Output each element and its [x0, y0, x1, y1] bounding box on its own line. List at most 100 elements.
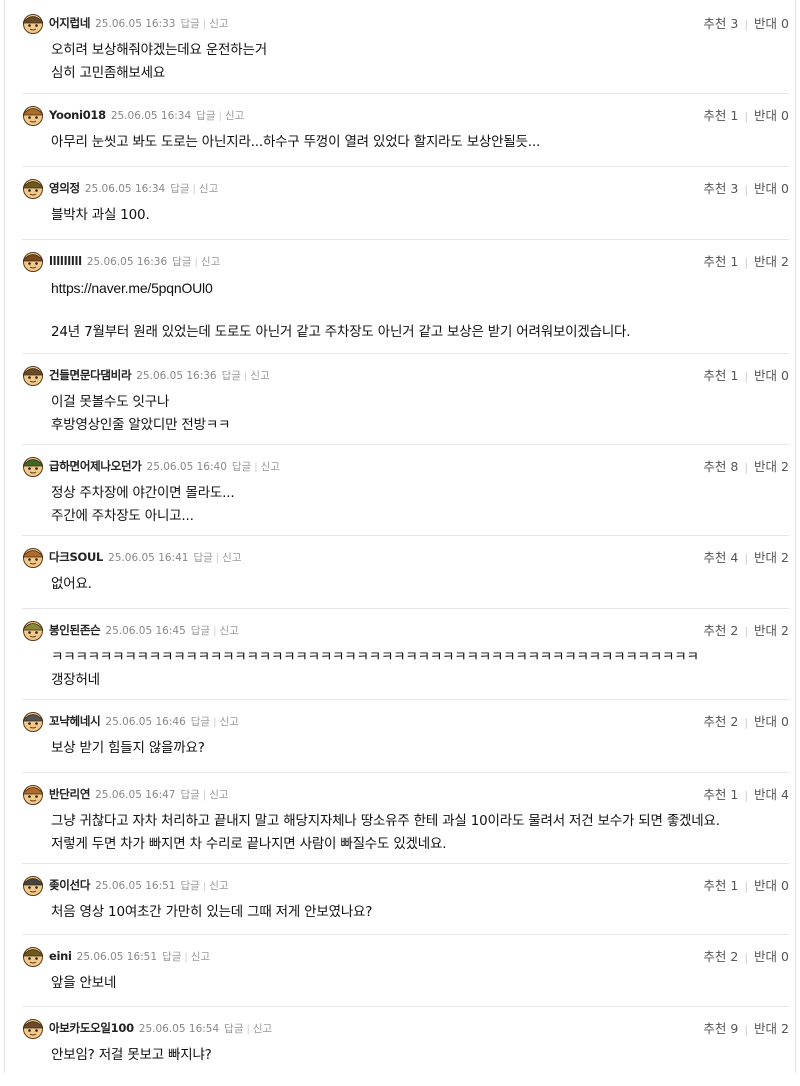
downvote-button[interactable]: 반대 0 — [754, 949, 789, 964]
comment-date: 25.06.05 16:47 — [95, 789, 176, 801]
upvote-button[interactable]: 추천 3 — [703, 16, 738, 31]
report-link[interactable]: 신고 — [191, 951, 210, 963]
report-link[interactable]: 신고 — [209, 880, 228, 892]
downvote-count: 0 — [781, 878, 789, 893]
reply-link[interactable]: 답글 — [180, 789, 199, 801]
user-avatar-icon[interactable] — [22, 364, 44, 386]
comment-header: Yooni018 25.06.05 16:34 답글 | 신고 추천 1 | 반대 0 — [22, 104, 789, 128]
downvote-button[interactable]: 반대 2 — [754, 459, 789, 474]
comment-date: 25.06.05 16:36 — [136, 370, 217, 382]
vote-counts: 추천 8 | 반대 2 — [703, 459, 789, 476]
reply-link[interactable]: 답글 — [232, 461, 251, 473]
downvote-button[interactable]: 반대 0 — [754, 181, 789, 196]
user-avatar-icon[interactable] — [22, 783, 44, 805]
comment-link[interactable]: https://naver.me/5pqnOUl0 — [51, 277, 781, 300]
report-link[interactable]: 신고 — [209, 18, 228, 30]
downvote-button[interactable]: 반대 0 — [754, 714, 789, 729]
username[interactable]: 꼬냑헤네시 — [49, 714, 101, 728]
report-link[interactable]: 신고 — [253, 1023, 272, 1035]
reply-link[interactable]: 답글 — [193, 552, 212, 564]
reply-link[interactable]: 답글 — [180, 880, 199, 892]
upvote-button[interactable]: 추천 1 — [703, 254, 738, 269]
report-link[interactable]: 신고 — [209, 789, 228, 801]
username[interactable]: 봉인된존슨 — [49, 623, 101, 637]
user-avatar-icon[interactable] — [22, 546, 44, 568]
upvote-button[interactable]: 추천 1 — [703, 368, 738, 383]
upvote-button[interactable]: 추천 1 — [703, 878, 738, 893]
upvote-button[interactable]: 추천 1 — [703, 108, 738, 123]
user-avatar-icon[interactable] — [22, 250, 44, 272]
comment-header: lllllllll 25.06.05 16:36 답글 | 신고 추천 1 | 반대 2 — [22, 250, 789, 274]
vote-counts: 추천 3 | 반대 0 — [703, 16, 789, 33]
username[interactable]: 건들면문다댐비라 — [49, 368, 132, 382]
reply-link[interactable]: 답글 — [191, 625, 210, 637]
downvote-button[interactable]: 반대 2 — [754, 254, 789, 269]
reply-link[interactable]: 답글 — [170, 183, 189, 195]
username[interactable]: 어지럽네 — [49, 16, 90, 30]
vote-counts: 추천 1 | 반대 2 — [703, 254, 789, 271]
comment-body: 보상 받기 힘들지 않을까요? — [51, 737, 781, 760]
upvote-button[interactable]: 추천 1 — [703, 787, 738, 802]
username[interactable]: eini — [49, 949, 72, 963]
report-link[interactable]: 신고 — [250, 370, 269, 382]
report-link[interactable]: 신고 — [219, 716, 238, 728]
downvote-button[interactable]: 반대 0 — [754, 878, 789, 893]
report-link[interactable]: 신고 — [222, 552, 241, 564]
comment-panel: 어지럽네 25.06.05 16:33 답글 | 신고 추천 3 | 반대 0 오히려 보상… — [4, 0, 796, 1073]
downvote-button[interactable]: 반대 2 — [754, 550, 789, 565]
downvote-label: 반대 — [754, 16, 778, 31]
username[interactable]: 급하면어제나오던가 — [49, 459, 142, 473]
user-avatar-icon[interactable] — [22, 619, 44, 641]
upvote-count: 1 — [730, 254, 739, 269]
username[interactable]: Yooni018 — [49, 108, 106, 122]
upvote-button[interactable]: 추천 2 — [703, 714, 738, 729]
report-link[interactable]: 신고 — [199, 183, 218, 195]
reply-link[interactable]: 답글 — [172, 256, 191, 268]
comment-header: 건들면문다댐비라 25.06.05 16:36 답글 | 신고 추천 1 | 반대 0 — [22, 364, 789, 388]
downvote-button[interactable]: 반대 0 — [754, 108, 789, 123]
upvote-button[interactable]: 추천 8 — [703, 459, 738, 474]
reply-link[interactable]: 답글 — [224, 1023, 243, 1035]
reply-link[interactable]: 답글 — [222, 370, 241, 382]
report-link[interactable]: 신고 — [201, 256, 220, 268]
upvote-button[interactable]: 추천 4 — [703, 550, 738, 565]
user-avatar-icon[interactable] — [22, 945, 44, 967]
user-avatar-icon[interactable] — [22, 104, 44, 126]
upvote-button[interactable]: 추천 2 — [703, 949, 738, 964]
report-link[interactable]: 신고 — [261, 461, 280, 473]
upvote-button[interactable]: 추천 9 — [703, 1021, 738, 1036]
report-link[interactable]: 신고 — [225, 110, 244, 122]
downvote-button[interactable]: 반대 0 — [754, 368, 789, 383]
downvote-button[interactable]: 반대 2 — [754, 623, 789, 638]
upvote-button[interactable]: 추천 3 — [703, 181, 738, 196]
reply-link[interactable]: 답글 — [191, 716, 210, 728]
username[interactable]: 반단리연 — [49, 787, 90, 801]
upvote-label: 추천 — [703, 1021, 727, 1036]
reply-link[interactable]: 답글 — [180, 18, 199, 30]
comment-date: 25.06.05 16:40 — [146, 461, 227, 473]
downvote-button[interactable]: 반대 0 — [754, 16, 789, 31]
upvote-button[interactable]: 추천 2 — [703, 623, 738, 638]
user-avatar-icon[interactable] — [22, 710, 44, 732]
comment-line: 주간에 주차장도 아니고... — [51, 508, 194, 524]
comment-line: 처음 영상 10여초간 가만히 있는데 그때 저게 안보였나요? — [51, 904, 373, 920]
username[interactable]: lllllllll — [49, 254, 82, 268]
upvote-label: 추천 — [703, 368, 727, 383]
downvote-button[interactable]: 반대 4 — [754, 787, 789, 802]
comment-meta: 좆이선다 25.06.05 16:51 답글 | 신고 — [49, 877, 229, 895]
reply-link[interactable]: 답글 — [196, 110, 215, 122]
username[interactable]: 영의정 — [49, 181, 80, 195]
user-avatar-icon[interactable] — [22, 177, 44, 199]
username[interactable]: 아보카도오일100 — [49, 1021, 134, 1035]
reply-link[interactable]: 답글 — [162, 951, 181, 963]
user-avatar-icon[interactable] — [22, 455, 44, 477]
user-avatar-icon[interactable] — [22, 874, 44, 896]
username[interactable]: 다크SOUL — [49, 550, 103, 564]
user-avatar-icon[interactable] — [22, 12, 44, 34]
divider: | — [202, 881, 207, 892]
downvote-button[interactable]: 반대 2 — [754, 1021, 789, 1036]
username[interactable]: 좆이선다 — [49, 878, 90, 892]
report-link[interactable]: 신고 — [219, 625, 238, 637]
user-avatar-icon[interactable] — [22, 1017, 44, 1039]
comment-item: 꼬냑헤네시 25.06.05 16:46 답글 | 신고 추천 2 | 반대 0 보상 받기… — [22, 699, 789, 772]
